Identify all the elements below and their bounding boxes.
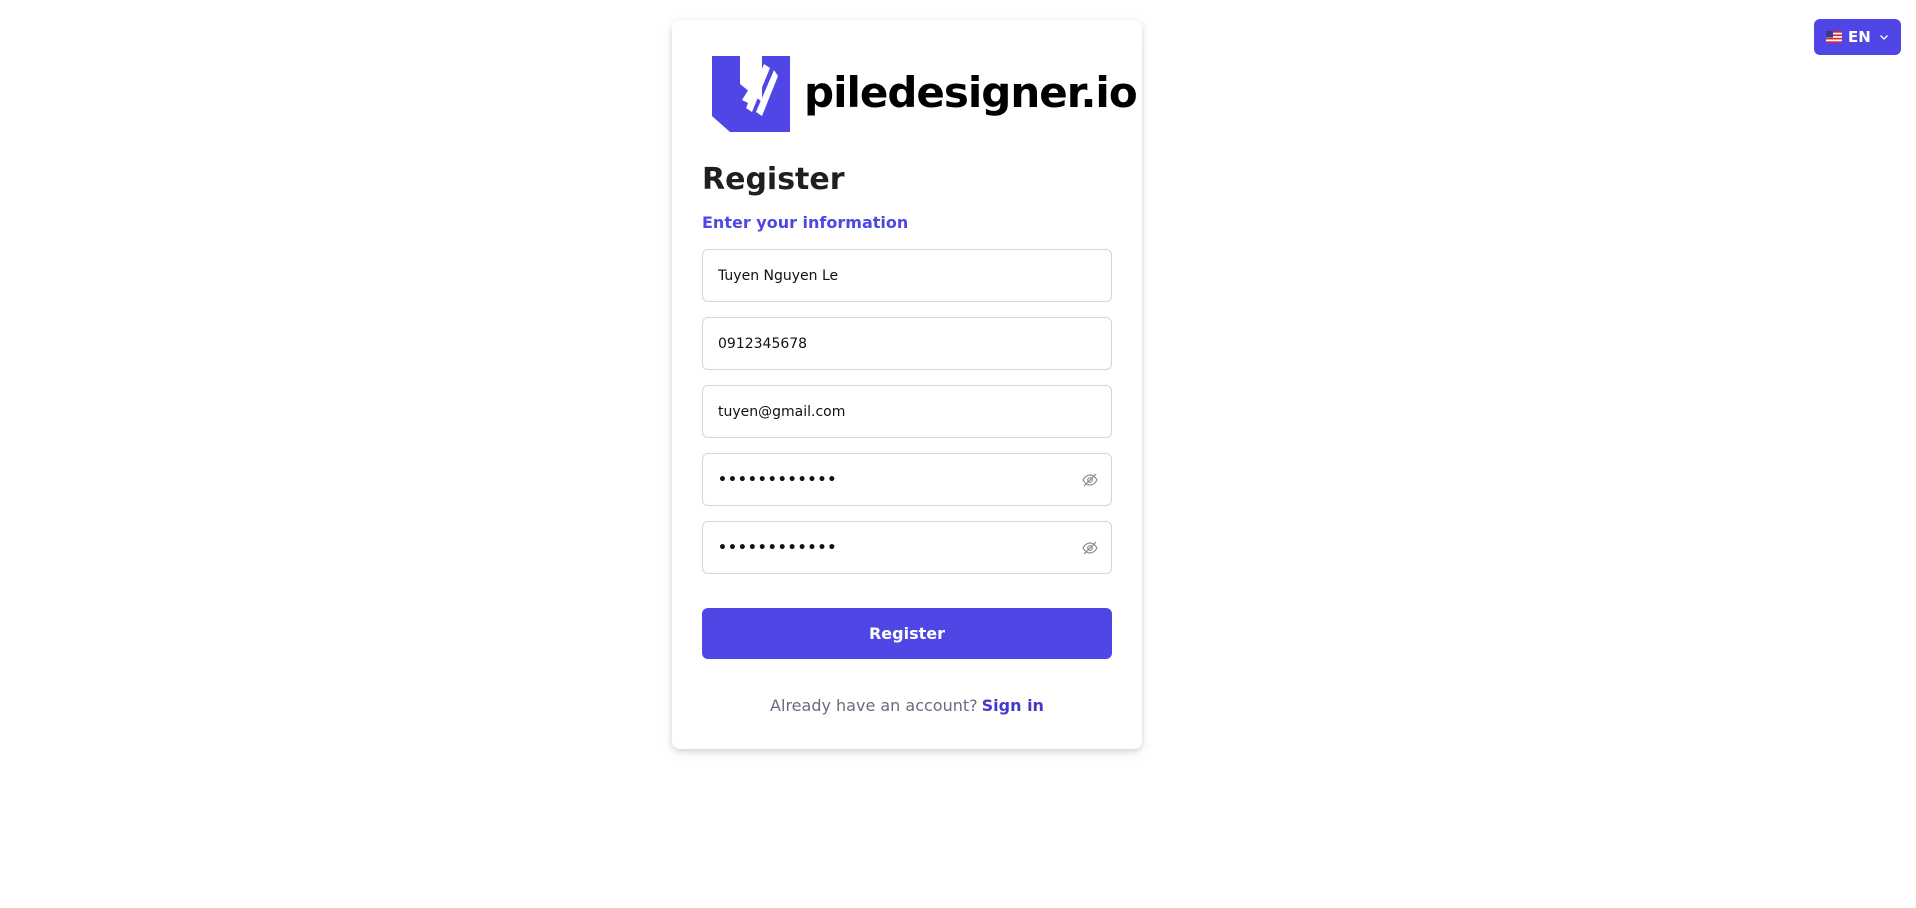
confirm-password-input[interactable]: ••••••••••••: [703, 540, 1081, 556]
email-field[interactable]: [702, 385, 1112, 438]
password-field[interactable]: ••••••••••••: [702, 453, 1112, 506]
language-selector[interactable]: EN: [1814, 19, 1901, 55]
email-input[interactable]: [703, 386, 1111, 437]
phone-field[interactable]: [702, 317, 1112, 370]
language-code: EN: [1848, 28, 1871, 46]
brand-logo: piledesigner.io: [712, 54, 1138, 132]
chevron-down-icon: [1879, 35, 1888, 40]
full-name-input[interactable]: [703, 250, 1111, 301]
register-button[interactable]: Register: [702, 608, 1112, 659]
sign-in-link[interactable]: Sign in: [982, 696, 1044, 715]
form-subtitle: Enter your information: [702, 213, 909, 232]
footer-text: Already have an account?: [770, 696, 978, 715]
page-title: Register: [702, 162, 845, 197]
us-flag-icon: [1826, 31, 1842, 43]
eye-off-icon[interactable]: [1081, 471, 1099, 489]
full-name-field[interactable]: [702, 249, 1112, 302]
sign-in-prompt: Already have an account? Sign in: [672, 696, 1142, 715]
brand-name: piledesigner.io: [804, 68, 1138, 117]
register-card: piledesigner.io Register Enter your info…: [672, 20, 1142, 749]
confirm-password-field[interactable]: ••••••••••••: [702, 521, 1112, 574]
phone-input[interactable]: [703, 318, 1111, 369]
password-input[interactable]: ••••••••••••: [703, 472, 1081, 488]
eye-off-icon[interactable]: [1081, 539, 1099, 557]
brand-logo-icon: [712, 56, 790, 132]
